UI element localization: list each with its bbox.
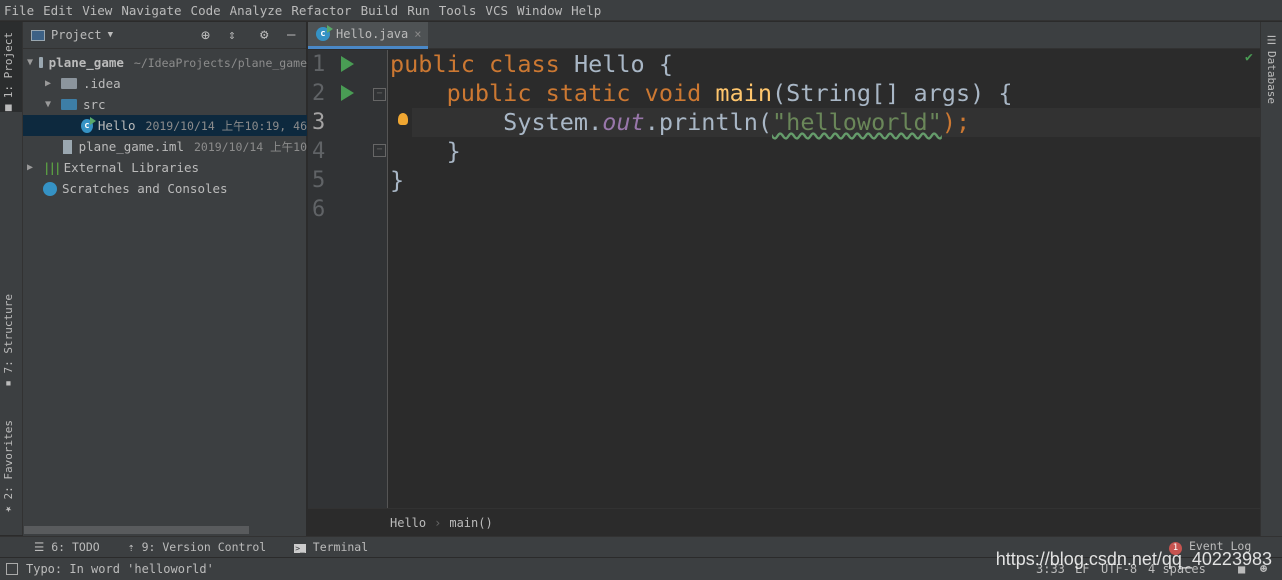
breadcrumb-separator-icon: ›	[434, 515, 442, 530]
gear-icon[interactable]: ⚙	[260, 27, 268, 43]
menu-edit[interactable]: Edit	[43, 3, 73, 18]
tab-database[interactable]: ☰ Database	[1265, 34, 1278, 104]
project-panel: Project ▼ ⊕ ⇕ ⚙ — ▼ plane_game ~/IdeaProj…	[23, 22, 307, 536]
breadcrumb-hello[interactable]: Hello	[390, 516, 426, 530]
folder-icon	[61, 78, 77, 89]
module-icon	[39, 57, 43, 68]
watermark: https://blog.csdn.net/qq_40223983	[995, 549, 1272, 569]
menu-file[interactable]: File	[4, 3, 34, 18]
inspection-ok-icon[interactable]: ✔	[1245, 50, 1253, 65]
close-icon[interactable]: ×	[414, 27, 421, 41]
tab-terminal[interactable]: >_ Terminal	[294, 540, 368, 554]
library-icon: |||	[43, 160, 62, 175]
star-icon: ★	[2, 503, 15, 517]
editor: c Hello.java × 1 2 3 4 5 6 − − public cl…	[308, 22, 1260, 536]
chevron-down-icon[interactable]: ▼	[108, 30, 113, 40]
project-panel-header: Project ▼ ⊕ ⇕ ⚙ —	[23, 22, 306, 49]
line-number: 3	[312, 110, 326, 135]
database-icon: ☰	[1265, 34, 1278, 47]
run-icon[interactable]	[341, 56, 354, 72]
locate-icon[interactable]: ⊕	[201, 26, 210, 44]
collapse-all-icon[interactable]: ⇕	[228, 28, 236, 43]
menu-view[interactable]: View	[82, 3, 112, 18]
java-class-icon: c	[81, 116, 96, 133]
tab-favorites[interactable]: ★ 2: Favorites	[2, 420, 15, 516]
fold-icon[interactable]: −	[373, 144, 386, 157]
project-view-dropdown[interactable]: Project	[51, 28, 102, 42]
tree-item-scratches[interactable]: Scratches and Consoles	[23, 178, 307, 199]
line-number: 5	[312, 168, 326, 193]
folder-icon: ■	[2, 102, 15, 116]
line-number: 6	[312, 197, 326, 222]
right-tool-strip: ☰ Database	[1260, 22, 1282, 536]
tab-project[interactable]: ■ 1: Project	[2, 32, 15, 115]
tree-item-hello[interactable]: c Hello 2019/10/14 上午10:19, 46	[23, 115, 307, 136]
menu-code[interactable]: Code	[191, 3, 221, 18]
menu-navigate[interactable]: Navigate	[121, 3, 181, 18]
typo-string: "helloworld"	[772, 108, 942, 136]
toggle-tool-windows-icon[interactable]	[6, 563, 18, 575]
collapse-arrow-icon: ▶	[45, 78, 52, 89]
menu-help[interactable]: Help	[571, 3, 601, 18]
editor-tab-bar: c Hello.java ×	[308, 22, 1260, 49]
tree-item-idea[interactable]: ▶ .idea	[23, 73, 307, 94]
gutter: 1 2 3 4 5 6 − −	[308, 50, 388, 508]
java-class-icon: c	[316, 25, 333, 41]
project-view-icon	[31, 29, 45, 41]
tree-item-external-libraries[interactable]: ▶ ||| External Libraries	[23, 157, 307, 178]
code-line-5[interactable]: }	[390, 166, 404, 195]
left-tool-strip: ■ 1: Project ▪ 7: Structure ★ 2: Favorites	[0, 22, 23, 535]
terminal-icon: >_	[294, 544, 306, 553]
menu-refactor[interactable]: Refactor	[291, 3, 351, 18]
source-folder-icon	[61, 99, 77, 110]
structure-icon: ▪	[2, 377, 15, 391]
code-line-1[interactable]: public class Hello {	[390, 50, 673, 79]
code-line-4[interactable]: }	[390, 137, 461, 166]
breadcrumb-main[interactable]: main()	[449, 516, 492, 530]
horizontal-scrollbar[interactable]	[24, 526, 249, 534]
menu-analyze[interactable]: Analyze	[230, 3, 283, 18]
breadcrumb: Hello › main()	[308, 508, 1260, 536]
menu-bar: File Edit View Navigate Code Analyze Ref…	[0, 0, 1282, 21]
tab-version-control[interactable]: ⇡ 9: Version Control	[128, 540, 266, 554]
menu-build[interactable]: Build	[361, 3, 399, 18]
hide-icon[interactable]: —	[287, 27, 295, 43]
run-icon[interactable]	[341, 85, 354, 101]
tab-hello-java[interactable]: c Hello.java ×	[308, 22, 428, 49]
status-message: Typo: In word 'helloworld'	[26, 562, 214, 576]
menu-vcs[interactable]: VCS	[485, 3, 508, 18]
menu-window[interactable]: Window	[517, 3, 562, 18]
code-line-2[interactable]: public static void main(String[] args) {	[390, 79, 1013, 108]
file-icon	[63, 139, 72, 154]
line-number: 4	[312, 139, 326, 164]
line-number: 1	[312, 52, 326, 77]
tree-item-iml[interactable]: plane_game.iml 2019/10/14 上午10	[23, 136, 307, 157]
tab-structure[interactable]: ▪ 7: Structure	[2, 294, 15, 390]
fold-icon[interactable]: −	[373, 88, 386, 101]
tree-item-src[interactable]: ▼ src	[23, 94, 307, 115]
scratches-icon	[43, 181, 57, 196]
list-icon: ☰	[34, 540, 52, 554]
expand-arrow-icon: ▼	[45, 99, 52, 110]
code-line-3[interactable]: System.out.println("helloworld");	[390, 108, 970, 137]
vcs-icon: ⇡	[127, 540, 142, 554]
collapse-arrow-icon: ▶	[27, 162, 34, 173]
line-number: 2	[312, 81, 326, 106]
tab-todo[interactable]: ☰ 6: TODO	[34, 540, 100, 554]
expand-arrow-icon: ▼	[27, 57, 34, 68]
menu-run[interactable]: Run	[407, 3, 430, 18]
menu-tools[interactable]: Tools	[439, 3, 477, 18]
tree-item-plane-game[interactable]: ▼ plane_game ~/IdeaProjects/plane_game	[23, 52, 307, 73]
